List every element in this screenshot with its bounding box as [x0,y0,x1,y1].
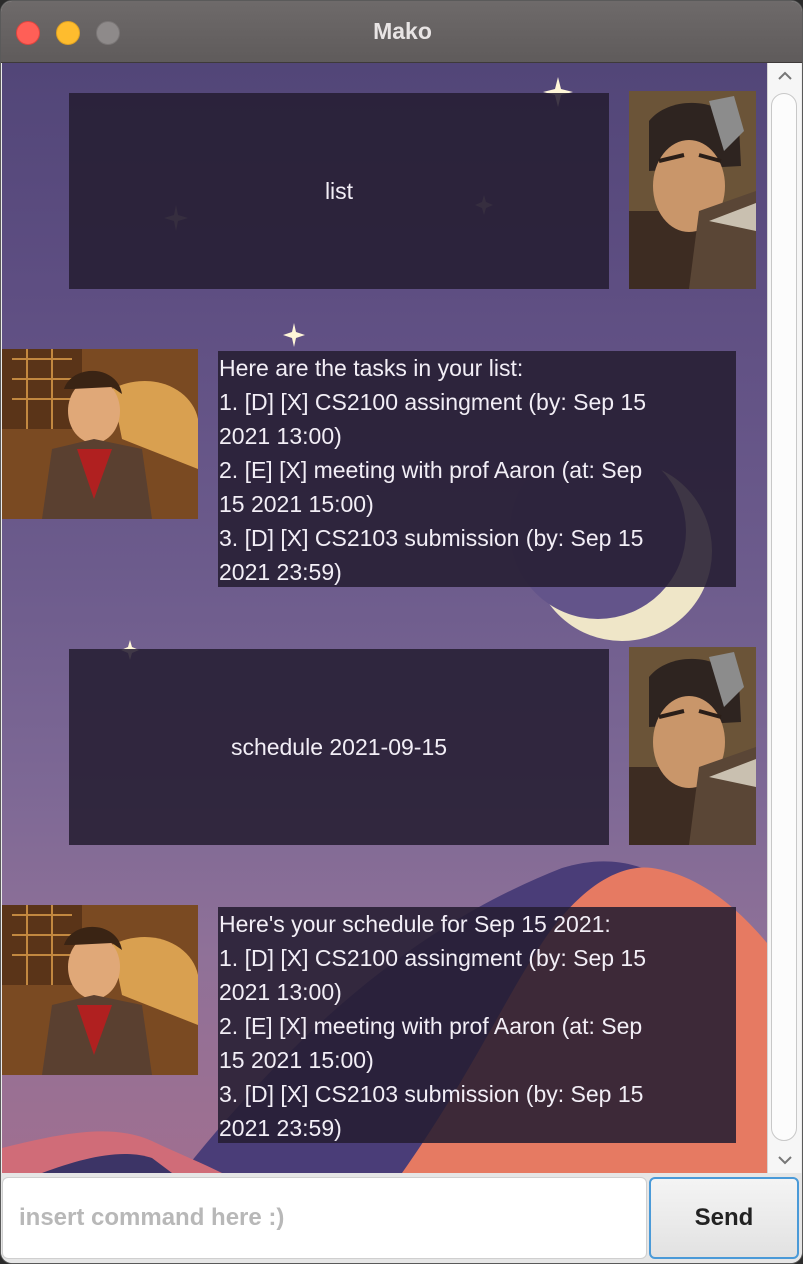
bot-message-line: 2021 13:00) [219,979,342,1005]
user-avatar [629,647,756,845]
bolin-portrait-icon [2,349,198,519]
bot-message-line: 15 2021 15:00) [219,1047,374,1073]
command-input[interactable] [2,1177,647,1259]
bot-message-line: 2021 13:00) [219,423,342,449]
bot-message-line: Here are the tasks in your list: [219,355,524,381]
vertical-scrollbar[interactable] [767,63,801,1173]
user-message-bubble: list [69,93,609,289]
bot-message-line: 2. [E] [X] meeting with prof Aaron (at: … [219,457,643,483]
input-bar: Send [1,1173,802,1263]
bot-message-line: Here's your schedule for Sep 15 2021: [219,911,611,937]
bot-message-line: 2021 23:59) [219,1115,342,1141]
bot-message-line: 3. [D] [X] CS2103 submission (by: Sep 15 [219,1081,644,1107]
bot-message-bubble: Here are the tasks in your list: 1. [D] … [218,351,736,587]
bot-message-bubble: Here's your schedule for Sep 15 2021: 1.… [218,907,736,1143]
send-button[interactable]: Send [649,1177,799,1259]
bot-avatar [2,349,198,519]
user-avatar [629,91,756,289]
user-message-bubble: schedule 2021-09-15 [69,649,609,845]
scrollbar-thumb[interactable] [771,93,797,1141]
mako-portrait-icon [629,91,756,289]
user-message-text: list [324,178,354,204]
scroll-down-button[interactable] [768,1149,802,1171]
chevron-down-icon [778,1156,792,1165]
bot-avatar [2,905,198,1075]
bot-message-line: 1. [D] [X] CS2100 assingment (by: Sep 15 [219,945,647,971]
bot-message-line: 2021 23:59) [219,559,342,585]
bot-message-line: 15 2021 15:00) [219,491,374,517]
user-message-text: schedule 2021-09-15 [230,734,448,760]
chevron-up-icon [778,71,792,80]
bolin-portrait-icon [2,905,198,1075]
dialog-container[interactable]: list Here are the tasks in your list: 1.… [2,63,767,1173]
bot-message-line: 1. [D] [X] CS2100 assingment (by: Sep 15 [219,389,647,415]
scroll-up-button[interactable] [768,65,802,87]
bot-message-line: 2. [E] [X] meeting with prof Aaron (at: … [219,1013,643,1039]
app-window: Mako list Here are the tasks in your lis… [0,0,803,1264]
bot-message-line: 3. [D] [X] CS2103 submission (by: Sep 15 [219,525,644,551]
mako-portrait-icon [629,647,756,845]
title-bar: Mako [1,1,802,63]
window-title: Mako [373,18,432,44]
